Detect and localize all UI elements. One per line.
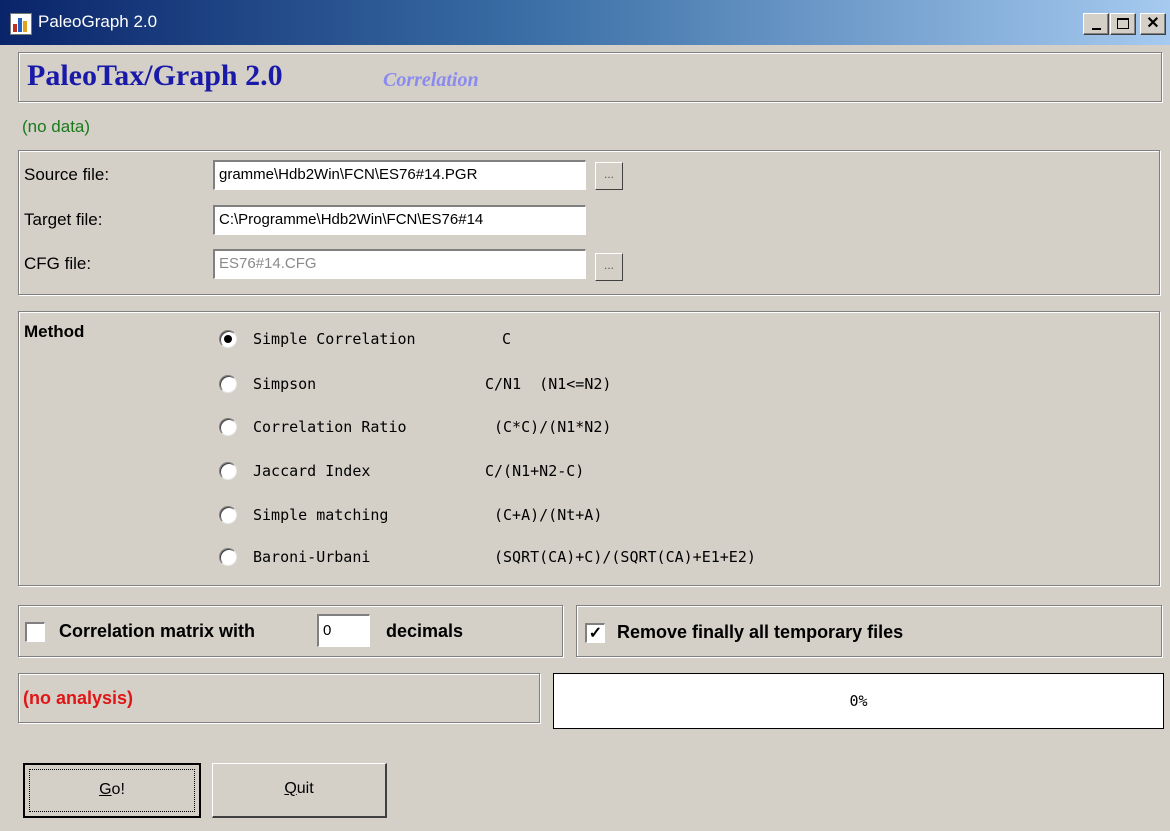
radio-simple-correlation[interactable] xyxy=(219,330,237,348)
maximize-icon xyxy=(1117,18,1129,29)
progress-text: 0% xyxy=(849,692,868,710)
method-name: Simpson xyxy=(253,375,317,393)
quit-button[interactable]: Quit xyxy=(212,763,387,818)
progress-bar: 0% xyxy=(553,673,1164,729)
source-browse-button[interactable]: ... xyxy=(595,162,623,190)
matrix-label: Correlation matrix with xyxy=(59,621,256,641)
method-formula: (SQRT(CA)+C)/(SQRT(CA)+E1+E2) xyxy=(494,548,756,566)
minimize-button[interactable] xyxy=(1083,13,1109,35)
maximize-button[interactable] xyxy=(1110,13,1136,35)
method-formula: C/(N1+N2-C) xyxy=(485,462,585,480)
cfg-browse-button[interactable]: ... xyxy=(595,253,623,281)
close-icon: ✕ xyxy=(1146,15,1160,32)
method-formula: (C*C)/(N1*N2) xyxy=(494,418,612,436)
decimals-input[interactable]: 0 xyxy=(317,614,370,647)
quit-accelerator: Q xyxy=(284,780,297,797)
analysis-status: (no analysis) xyxy=(23,688,134,708)
radio-jaccard-index[interactable] xyxy=(219,462,237,480)
data-status: (no data) xyxy=(22,117,91,136)
source-file-field[interactable]: gramme\Hdb2Win\FCN\ES76#14.PGR xyxy=(213,160,586,190)
remove-temp-label: Remove finally all temporary files xyxy=(617,622,904,642)
files-panel xyxy=(18,150,1160,295)
radio-simple-matching[interactable] xyxy=(219,506,237,524)
radio-selected-dot xyxy=(224,335,232,343)
method-name: Jaccard Index xyxy=(253,462,371,480)
method-name: Correlation Ratio xyxy=(253,418,407,436)
decimals-label: decimals xyxy=(386,621,464,641)
target-file-field[interactable]: C:\Programme\Hdb2Win\FCN\ES76#14 xyxy=(213,205,586,235)
module-subheading: Correlation xyxy=(383,69,479,91)
remove-temp-checkbox[interactable]: ✓ xyxy=(585,623,605,643)
method-formula: C/N1 (N1<=N2) xyxy=(485,375,612,393)
radio-baroni-urbani[interactable] xyxy=(219,548,237,566)
method-name: Simple matching xyxy=(253,506,389,524)
title-bar[interactable] xyxy=(0,0,1170,45)
source-file-label: Source file: xyxy=(24,165,110,184)
go-button[interactable]: Go! xyxy=(23,763,201,818)
focus-rect xyxy=(29,769,195,812)
method-title: Method xyxy=(24,322,85,341)
method-formula: (C+A)/(Nt+A) xyxy=(494,506,603,524)
method-panel xyxy=(18,311,1160,586)
cfg-file-field[interactable]: ES76#14.CFG xyxy=(213,249,586,279)
method-formula: C xyxy=(502,330,512,348)
radio-simpson[interactable] xyxy=(219,375,237,393)
checkmark-icon: ✓ xyxy=(588,625,603,642)
quit-label: uit xyxy=(296,780,314,797)
method-name: Simple Correlation xyxy=(253,330,416,348)
app-icon[interactable] xyxy=(10,13,32,35)
matrix-checkbox[interactable] xyxy=(25,622,45,642)
cfg-file-label: CFG file: xyxy=(24,254,92,273)
app-heading: PaleoTax/Graph 2.0 xyxy=(27,59,283,92)
radio-correlation-ratio[interactable] xyxy=(219,418,237,436)
close-button[interactable]: ✕ xyxy=(1140,13,1166,35)
minimize-icon xyxy=(1092,28,1101,30)
target-file-label: Target file: xyxy=(24,210,103,229)
method-name: Baroni-Urbani xyxy=(253,548,371,566)
window-title: PaleoGraph 2.0 xyxy=(38,12,158,31)
